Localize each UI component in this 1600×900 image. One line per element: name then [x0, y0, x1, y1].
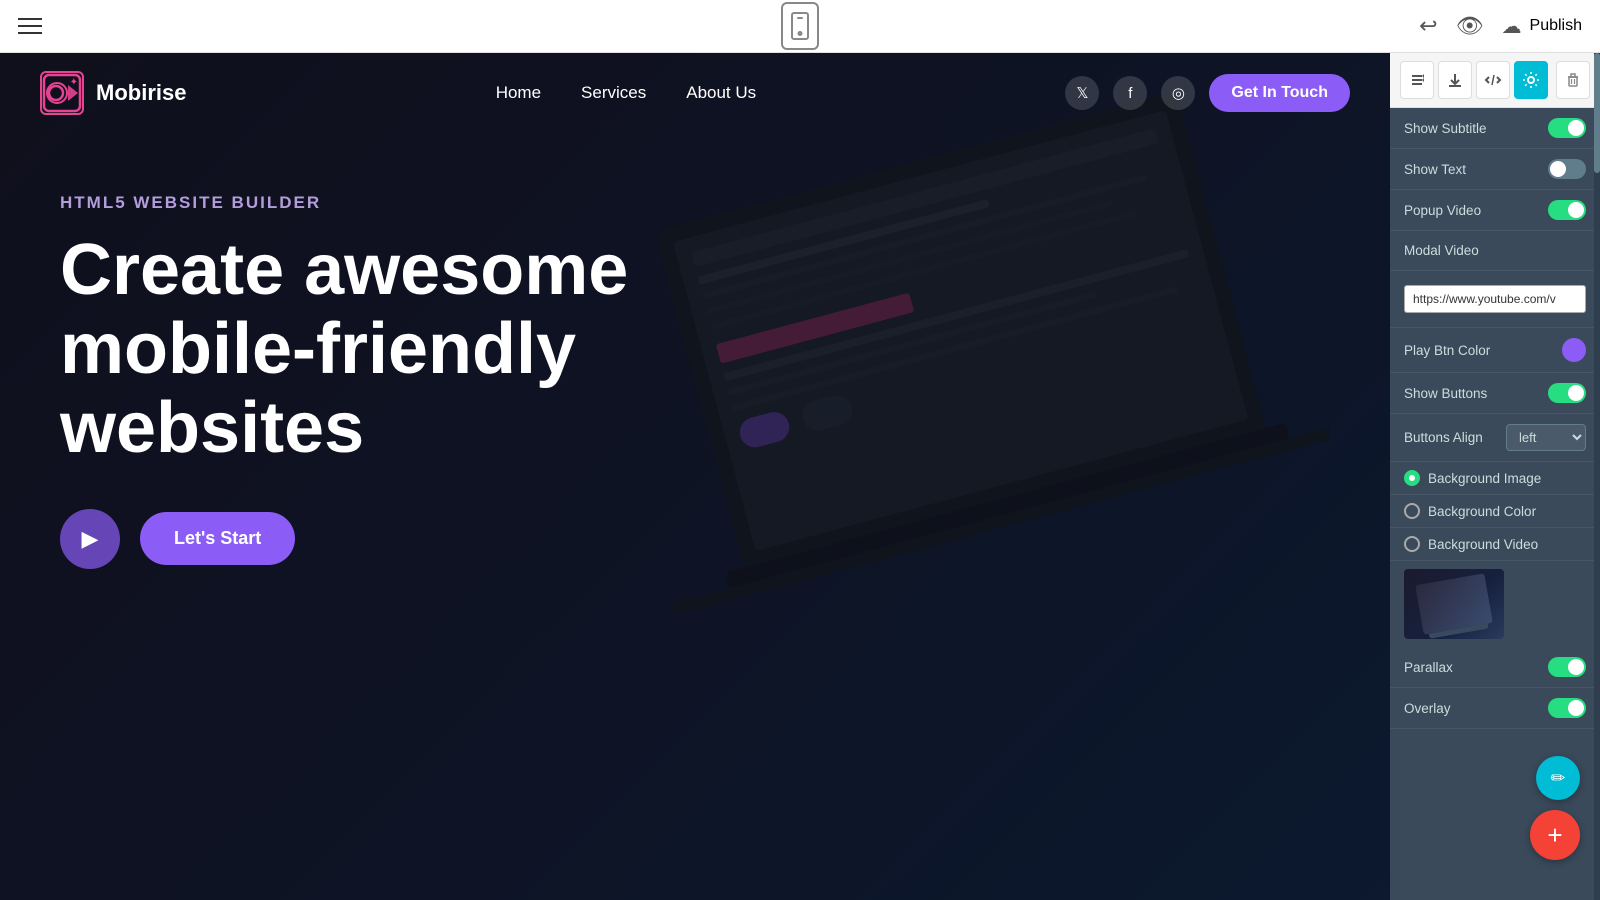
sort-tool-button[interactable]	[1400, 61, 1434, 99]
fab-add-button[interactable]: +	[1530, 810, 1580, 860]
bg-image-row: Background Image	[1390, 462, 1600, 495]
popup-video-label: Popup Video	[1404, 203, 1481, 218]
play-button[interactable]: ▶	[60, 509, 120, 569]
show-text-label: Show Text	[1404, 162, 1466, 177]
preview-icon[interactable]: 👁	[1456, 13, 1484, 39]
hero-title-line1: Create awesome	[60, 230, 628, 310]
buttons-align-select[interactable]: left center right	[1506, 424, 1586, 451]
facebook-icon[interactable]: f	[1113, 76, 1147, 110]
overlay-row: Overlay	[1390, 688, 1600, 729]
hero-content: HTML5 WEBSITE BUILDER Create awesome mob…	[0, 133, 1390, 569]
toolbar-right: ↩ 👁 ☁ Publish	[1419, 13, 1582, 39]
twitter-icon[interactable]: 𝕏	[1065, 76, 1099, 110]
parallax-toggle[interactable]	[1548, 657, 1586, 677]
top-toolbar: ↩ 👁 ☁ Publish	[0, 0, 1600, 53]
instagram-icon[interactable]: ◎	[1161, 76, 1195, 110]
modal-video-label-row: Modal Video	[1390, 231, 1600, 271]
popup-video-row: Popup Video	[1390, 190, 1600, 231]
parallax-row: Parallax	[1390, 647, 1600, 688]
settings-tool-button[interactable]	[1514, 61, 1548, 99]
hero-section: Mobirise Home Services About Us 𝕏 f ◎ Ge…	[0, 53, 1390, 900]
show-buttons-row: Show Buttons	[1390, 373, 1600, 414]
scrollbar-track[interactable]	[1594, 53, 1600, 900]
play-btn-color-swatch[interactable]	[1562, 338, 1586, 362]
show-subtitle-row: Show Subtitle	[1390, 108, 1600, 149]
bg-color-label: Background Color	[1428, 504, 1536, 519]
show-text-row: Show Text	[1390, 149, 1600, 190]
publish-area[interactable]: ☁ Publish	[1502, 14, 1582, 39]
bg-video-radio[interactable]	[1404, 536, 1420, 552]
settings-panel: Show Subtitle Show Text Popup Video Moda…	[1390, 53, 1600, 900]
bg-thumbnail-image	[1415, 573, 1493, 634]
scrollbar-thumb[interactable]	[1594, 53, 1600, 173]
bg-color-row: Background Color	[1390, 495, 1600, 528]
code-tool-button[interactable]	[1476, 61, 1510, 99]
hero-title: Create awesome mobile-friendly websites	[60, 231, 760, 469]
lets-start-button[interactable]: Let's Start	[140, 512, 295, 565]
buttons-align-label: Buttons Align	[1404, 430, 1483, 445]
parallax-label: Parallax	[1404, 660, 1453, 675]
panel-toolbar	[1390, 53, 1600, 108]
show-text-toggle[interactable]	[1548, 159, 1586, 179]
show-buttons-toggle[interactable]	[1548, 383, 1586, 403]
nav-right: 𝕏 f ◎ Get In Touch	[1065, 74, 1350, 112]
undo-icon[interactable]: ↩	[1419, 13, 1437, 39]
hero-title-line2: mobile-friendly websites	[60, 309, 576, 468]
toolbar-center	[781, 2, 819, 50]
bg-color-radio[interactable]	[1404, 503, 1420, 519]
logo-text: Mobirise	[96, 80, 186, 106]
logo-icon	[40, 71, 84, 115]
nav-home[interactable]: Home	[496, 83, 541, 103]
nav-about[interactable]: About Us	[686, 83, 756, 103]
buttons-align-row: Buttons Align left center right	[1390, 414, 1600, 462]
overlay-label: Overlay	[1404, 701, 1451, 716]
overlay-toggle[interactable]	[1548, 698, 1586, 718]
delete-tool-button[interactable]	[1556, 61, 1590, 99]
cloud-upload-icon: ☁	[1502, 14, 1522, 39]
play-btn-color-row: Play Btn Color	[1390, 328, 1600, 373]
show-subtitle-label: Show Subtitle	[1404, 121, 1487, 136]
mobile-preview-button[interactable]	[781, 2, 819, 50]
get-in-touch-button[interactable]: Get In Touch	[1209, 74, 1350, 112]
modal-video-url-input[interactable]	[1404, 285, 1586, 313]
publish-label[interactable]: Publish	[1530, 17, 1582, 35]
play-btn-color-label: Play Btn Color	[1404, 343, 1490, 358]
bg-image-radio[interactable]	[1404, 470, 1420, 486]
nav-services[interactable]: Services	[581, 83, 646, 103]
hero-subtitle: HTML5 WEBSITE BUILDER	[60, 193, 1330, 213]
download-tool-button[interactable]	[1438, 61, 1472, 99]
modal-video-label: Modal Video	[1404, 243, 1479, 258]
toolbar-left	[18, 18, 42, 34]
hamburger-menu-icon[interactable]	[18, 18, 42, 34]
bg-image-label: Background Image	[1428, 471, 1541, 486]
show-buttons-label: Show Buttons	[1404, 386, 1487, 401]
main-area: Mobirise Home Services About Us 𝕏 f ◎ Ge…	[0, 53, 1600, 900]
modal-video-input-row	[1390, 271, 1600, 328]
hero-buttons: ▶ Let's Start	[60, 509, 1330, 569]
show-subtitle-toggle[interactable]	[1548, 118, 1586, 138]
bg-video-label: Background Video	[1428, 537, 1538, 552]
nav-links: Home Services About Us	[496, 83, 756, 103]
logo-area: Mobirise	[40, 71, 186, 115]
bg-video-row: Background Video	[1390, 528, 1600, 561]
fab-pencil-button[interactable]: ✏	[1536, 756, 1580, 800]
bg-thumbnail[interactable]	[1404, 569, 1504, 639]
popup-video-toggle[interactable]	[1548, 200, 1586, 220]
hero-nav: Mobirise Home Services About Us 𝕏 f ◎ Ge…	[0, 53, 1390, 133]
